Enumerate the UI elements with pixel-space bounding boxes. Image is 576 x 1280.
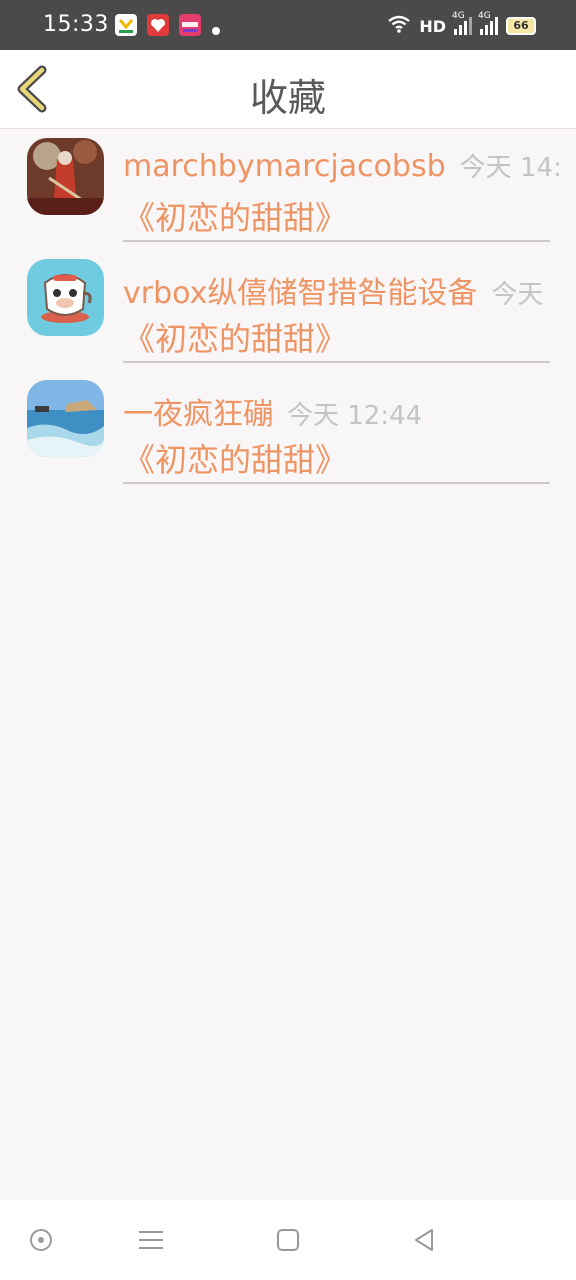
divider (123, 240, 550, 242)
item-time: 今天 (491, 280, 544, 310)
item-name: marchbymarcjacobsb (123, 149, 446, 184)
item-snippet: 《初恋的甜甜》 (123, 441, 348, 479)
list-item[interactable]: marchbymarcjacobsb 今天 14: 《初恋的甜甜》 (0, 129, 576, 250)
item-name: 一夜疯狂磞 (123, 397, 273, 432)
item-name: vrbox纵僖储智措咎能设备 (123, 276, 478, 311)
navigation-bar (0, 1200, 576, 1280)
back-triangle-icon[interactable] (410, 1226, 438, 1254)
status-time: 15:33 (43, 12, 109, 37)
network-type-1: 4G (452, 11, 465, 21)
app-notification-icon-2 (147, 14, 169, 36)
status-bar: 15:33 HD 4G 4G 66 (0, 0, 576, 50)
item-name-row: marchbymarcjacobsb 今天 14: (123, 147, 576, 184)
wifi-icon (387, 14, 411, 38)
battery-icon: 66 (506, 17, 536, 35)
app-notification-icon-3 (179, 14, 201, 36)
app-notification-icon-1 (115, 14, 137, 36)
item-snippet: 《初恋的甜甜》 (123, 320, 348, 358)
menu-icon[interactable] (137, 1226, 165, 1254)
avatar[interactable] (27, 380, 104, 457)
item-name-row: vrbox纵僖储智措咎能设备 今天 (123, 268, 576, 312)
item-name-row: 一夜疯狂磞 今天 12:44 (123, 389, 576, 433)
network-type-2: 4G (478, 11, 491, 21)
divider (123, 361, 550, 363)
hd-label: HD (419, 16, 446, 36)
signal-icon-1: 4G (452, 11, 472, 35)
avatar[interactable] (27, 259, 104, 336)
item-time: 今天 14: (459, 153, 562, 183)
signal-icon-2: 4G (478, 11, 498, 35)
divider (123, 482, 550, 484)
page-title: 收藏 (249, 76, 326, 120)
square-icon[interactable] (274, 1226, 302, 1254)
circle-dot-icon[interactable] (27, 1226, 55, 1254)
notification-dot-icon (212, 27, 220, 35)
item-time: 今天 12:44 (287, 401, 423, 431)
item-snippet: 《初恋的甜甜》 (123, 199, 348, 237)
title-bar: 收藏 (0, 50, 576, 129)
favorites-list: marchbymarcjacobsb 今天 14: 《初恋的甜甜》 vrbox纵僖… (0, 129, 576, 492)
list-item[interactable]: 一夜疯狂磞 今天 12:44 《初恋的甜甜》 (0, 371, 576, 492)
avatar[interactable] (27, 138, 104, 215)
list-item[interactable]: vrbox纵僖储智措咎能设备 今天 《初恋的甜甜》 (0, 250, 576, 371)
status-indicators: HD 4G 4G 66 (387, 11, 536, 38)
